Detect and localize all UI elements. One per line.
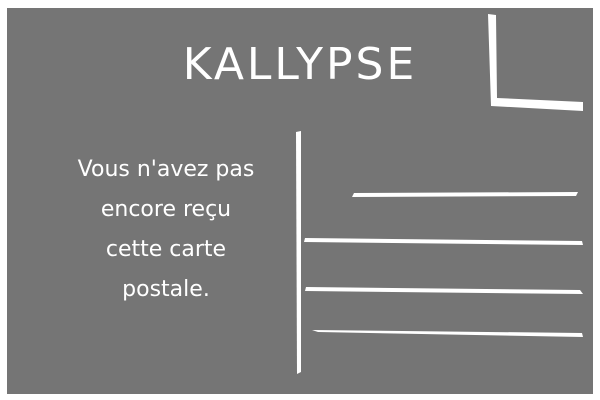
stamp-corner-icon [488,14,583,111]
address-line-2 [304,238,583,245]
address-line-4 [312,330,583,337]
center-divider [296,131,301,374]
postcard-decor [296,14,583,374]
address-line-1 [352,192,578,197]
address-line-3 [305,287,583,294]
